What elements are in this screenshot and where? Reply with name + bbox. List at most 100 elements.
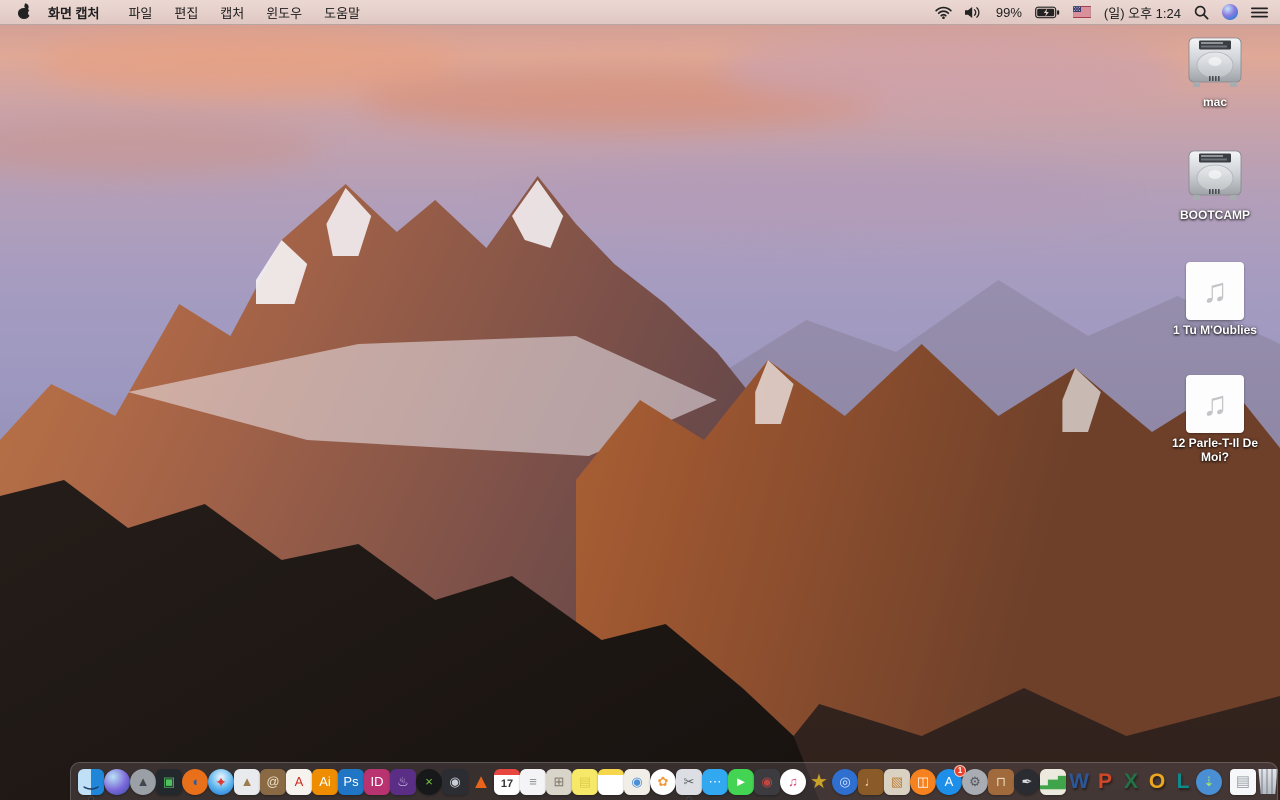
desktop-icon-bootcamp[interactable]: BOOTCAMP	[1156, 149, 1274, 253]
dock-item-notes[interactable]	[598, 768, 624, 795]
dock-item-adobe-photoshop[interactable]: Ps	[338, 768, 364, 795]
dock-item-microsoft-excel[interactable]: X	[1118, 769, 1144, 795]
desktop-icon-1-tu-m-oublies[interactable]: ♫ 1 Tu M'Oublies	[1156, 262, 1274, 366]
menu-item-[interactable]: 윈도우	[255, 3, 313, 22]
dock-item-preview[interactable]: ▲	[234, 768, 260, 795]
microsoft-outlook-icon: O	[1148, 770, 1166, 793]
photos-icon: ✿	[650, 768, 676, 795]
archive-utility-icon: ⊞	[546, 768, 572, 795]
dock-item-disk-tool[interactable]: ◉	[442, 768, 468, 795]
dock-item-screens-app[interactable]: ▣	[156, 768, 182, 795]
dock-item-pages[interactable]: ✒	[1014, 768, 1040, 795]
imovie-hd-icon: ★	[810, 770, 828, 793]
toast-icon: ♨	[390, 768, 416, 795]
screens-app-icon: ▣	[156, 768, 182, 795]
dock-item-grab[interactable]: ✂	[676, 768, 702, 800]
volume-icon[interactable]	[964, 6, 983, 19]
trash-icon	[1258, 769, 1278, 794]
preview-icon: ▲	[234, 768, 260, 795]
dock-item-stickies[interactable]: ▤	[572, 768, 598, 795]
microsoft-word-icon: W	[1069, 770, 1089, 793]
garageband-icon: ♩	[858, 768, 884, 795]
notes-icon	[598, 768, 624, 795]
dock-item-adobe-illustrator[interactable]: Ai	[312, 768, 338, 795]
menu-bar-clock[interactable]: (일) 오후 1:24	[1104, 3, 1181, 22]
dock-item-stamps-document[interactable]: ◉	[624, 768, 650, 795]
us-flag-icon[interactable]	[1072, 6, 1091, 18]
ibooks-icon: ◫	[910, 768, 936, 795]
dock-item-calendar[interactable]: 17	[494, 768, 520, 795]
dock-item-adobe-indesign[interactable]: ID	[364, 768, 390, 795]
dock-item-photo-booth[interactable]: ◉	[754, 768, 780, 795]
audio-file-icon: ♫	[1186, 262, 1244, 320]
safari-icon: ✦	[208, 768, 234, 795]
menu-item-[interactable]: 도움말	[313, 3, 371, 22]
dock-item-messages[interactable]: ⋯	[702, 768, 728, 795]
dock-item-system-preferences[interactable]: ⚙	[962, 768, 988, 795]
adobe-indesign-icon: ID	[364, 768, 390, 795]
dock-item-microsoft-lync[interactable]: L	[1170, 769, 1196, 795]
dock-item-adobe-acrobat[interactable]: A	[286, 768, 312, 795]
dock-item-toast[interactable]: ♨	[390, 768, 416, 795]
dock-item-siri[interactable]	[104, 768, 130, 795]
dock-item-scrapbook[interactable]: ▧	[884, 768, 910, 795]
dock-item-document-file[interactable]: ▤	[1230, 768, 1256, 795]
dock-item-firefox[interactable]: ◖	[182, 768, 208, 795]
dock-item-keynote[interactable]: ⊓	[988, 768, 1014, 795]
hard-drive-icon	[1184, 149, 1246, 205]
idvd-icon: ◎	[832, 768, 858, 795]
battery-charging-icon[interactable]	[1035, 6, 1060, 19]
dock-item-numbers[interactable]: ▂▅▇	[1040, 768, 1066, 795]
dock-item-facetime[interactable]: ►	[728, 768, 754, 795]
dock-item-app-store[interactable]: A1	[936, 764, 966, 795]
dock-item-archive-utility[interactable]: ⊞	[546, 768, 572, 795]
notification-center-icon[interactable]	[1251, 6, 1268, 19]
desktop-icon-label: 1 Tu M'Oublies	[1173, 323, 1257, 337]
keynote-icon: ⊓	[988, 768, 1014, 795]
dock-item-xee[interactable]: ×	[416, 768, 442, 795]
spotlight-search-icon[interactable]	[1194, 5, 1209, 20]
dock-item-reminders[interactable]: ≡	[520, 768, 546, 795]
reminders-icon: ≡	[520, 768, 546, 795]
dock-item-launchpad[interactable]: ▲	[130, 768, 156, 795]
facetime-icon: ►	[728, 768, 754, 795]
dock-item-idvd[interactable]: ◎	[832, 768, 858, 795]
dock-item-trash[interactable]	[1256, 769, 1280, 794]
itunes-icon: ♫	[780, 768, 806, 795]
contacts-icon: @	[260, 768, 286, 795]
disk-tool-icon: ◉	[442, 768, 468, 795]
microsoft-excel-icon: X	[1123, 770, 1138, 793]
scrapbook-icon: ▧	[884, 768, 910, 795]
system-preferences-icon: ⚙	[962, 768, 988, 795]
dock-item-microsoft-outlook[interactable]: O	[1144, 769, 1170, 795]
dock-item-imovie-hd[interactable]: ★	[806, 769, 832, 795]
dock-item-microsoft-word[interactable]: W	[1066, 769, 1092, 795]
siri-icon[interactable]	[1222, 4, 1238, 20]
wifi-icon[interactable]	[935, 6, 952, 19]
siri-icon	[104, 768, 130, 795]
microsoft-powerpoint-icon: P	[1097, 770, 1112, 793]
dock-item-photos[interactable]: ✿	[650, 768, 676, 795]
dock-item-finder[interactable]: ‿	[78, 768, 104, 800]
menu-item-[interactable]: 편집	[163, 3, 209, 22]
dock-item-vlc[interactable]: ▲	[468, 769, 494, 795]
dock-items: ‿ ▲ ▣ ◖ ✦ ▲ @ A Ai Ps ID ♨ × ◉ ▲ 17 ≡ ⊞ ▤ ◉ ✿ ✂ ⋯ ► ◉ ♫ ★ ◎ ♩ ▧ ◫ A 1 ⚙ ⊓ ✒…	[78, 764, 1278, 800]
apple-menu-icon[interactable]	[18, 3, 34, 20]
dock-item-microsoft-powerpoint[interactable]: P	[1092, 769, 1118, 795]
menu-item-[interactable]: 파일	[117, 3, 163, 22]
active-app-name[interactable]: 화면 캡처	[48, 3, 99, 22]
dock-item-garageband[interactable]: ♩	[858, 768, 884, 795]
menu-item-[interactable]: 캡처	[209, 3, 255, 22]
adobe-photoshop-icon: Ps	[338, 768, 364, 795]
dock-item-safari[interactable]: ✦	[208, 768, 234, 795]
desktop-icon-mac[interactable]: mac	[1156, 36, 1274, 140]
desktop-icon-12-parle-t-il-de-moi[interactable]: ♫ 12 Parle-T-Il De Moi?	[1156, 375, 1274, 479]
desktop-wallpaper	[0, 0, 1280, 800]
dock-item-contacts[interactable]: @	[260, 768, 286, 795]
desktop-icon-label: 12 Parle-T-Il De Moi?	[1171, 436, 1259, 464]
menu-bar: 화면 캡처 파일 편집 캡처 윈도우 도움말 99% (일) 오후 1:24	[0, 0, 1280, 25]
dock-item-itunes[interactable]: ♫	[780, 768, 806, 795]
dock-item-ibooks[interactable]: ◫	[910, 768, 936, 795]
vlc-icon: ▲	[471, 770, 491, 793]
dock-item-web-downloader[interactable]: ⇣	[1196, 768, 1222, 795]
